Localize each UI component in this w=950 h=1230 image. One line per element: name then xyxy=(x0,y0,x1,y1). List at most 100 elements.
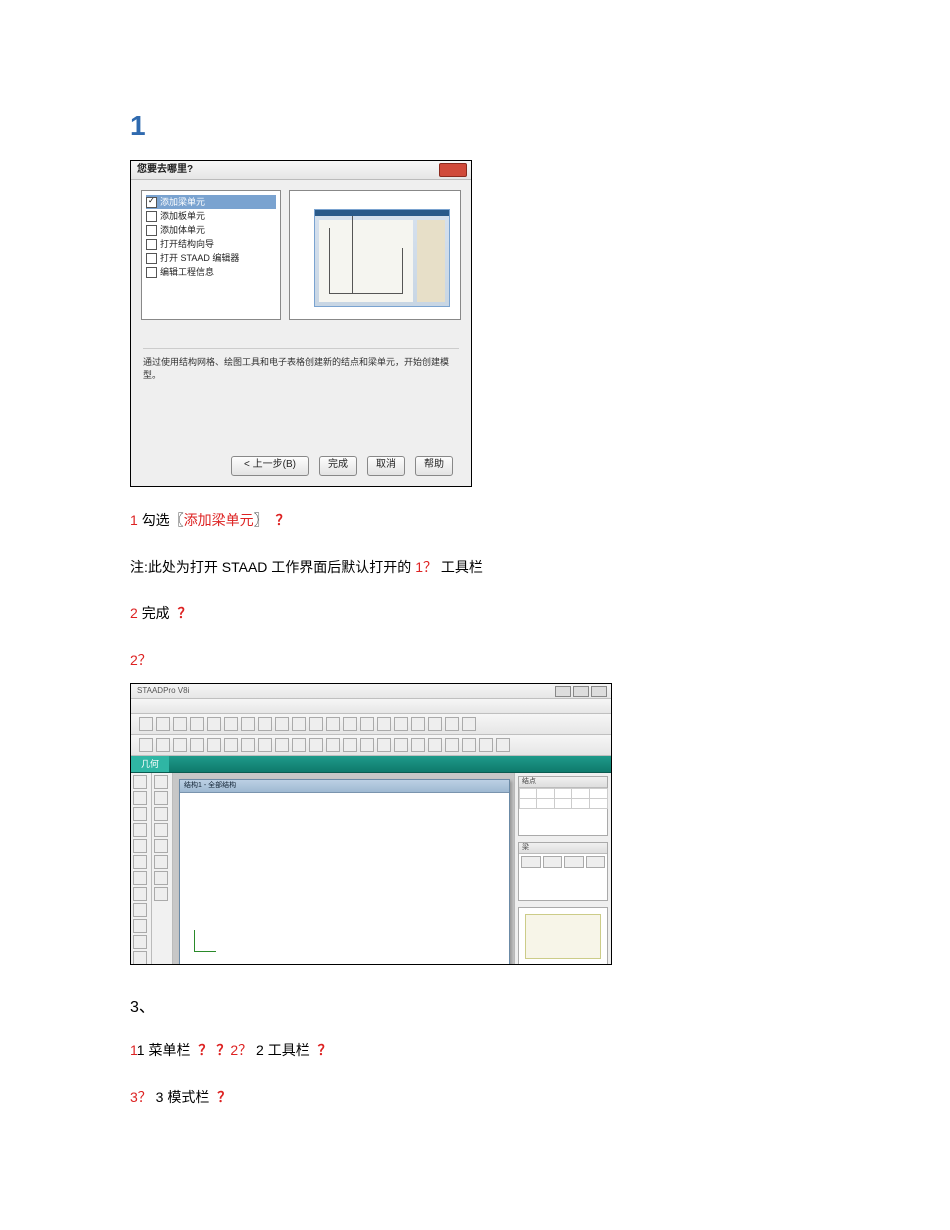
option-add-plate[interactable]: 添加板单元 xyxy=(146,209,276,223)
toolbar-icon[interactable] xyxy=(275,738,289,752)
toolbar-icon[interactable] xyxy=(133,775,147,789)
panel-button[interactable] xyxy=(521,856,541,868)
toolbar-icon[interactable] xyxy=(326,717,340,731)
toolbar-icon[interactable] xyxy=(154,871,168,885)
back-button[interactable]: < 上一步(B) xyxy=(231,456,309,476)
panel-button[interactable] xyxy=(543,856,563,868)
checkbox-icon[interactable] xyxy=(146,253,157,264)
label: 菜单栏 xyxy=(145,1042,195,1058)
toolbar-icon[interactable] xyxy=(275,717,289,731)
panel-button[interactable] xyxy=(564,856,584,868)
section-1-number: 1 xyxy=(130,110,820,142)
option-edit-project-info[interactable]: 编辑工程信息 xyxy=(146,265,276,279)
toolbar-icon[interactable] xyxy=(133,791,147,805)
toolbar-icon[interactable] xyxy=(394,738,408,752)
option-open-wizard[interactable]: 打开结构向导 xyxy=(146,237,276,251)
toolbar-icon[interactable] xyxy=(462,738,476,752)
option-open-editor[interactable]: 打开 STAAD 编辑器 xyxy=(146,251,276,265)
toolbar-row-2[interactable] xyxy=(131,735,611,756)
toolbar-icon[interactable] xyxy=(428,738,442,752)
toolbar-icon[interactable] xyxy=(224,717,238,731)
toolbar-icon[interactable] xyxy=(309,717,323,731)
maximize-icon[interactable] xyxy=(573,686,589,697)
option-add-beam[interactable]: 添加梁单元 xyxy=(146,195,276,209)
toolbar-icon[interactable] xyxy=(133,855,147,869)
toolbar-icon[interactable] xyxy=(309,738,323,752)
checkbox-icon[interactable] xyxy=(146,211,157,222)
document-title: 结构1 - 全部结构 xyxy=(180,780,509,793)
canvas-area: 结构1 - 全部结构 xyxy=(173,773,514,965)
toolbar-icon[interactable] xyxy=(154,823,168,837)
toolbar-icon[interactable] xyxy=(428,717,442,731)
checkbox-icon[interactable] xyxy=(146,225,157,236)
toolbar-icon[interactable] xyxy=(133,823,147,837)
toolbar-icon[interactable] xyxy=(462,717,476,731)
hint-text: 通过使用结构网格、绘图工具和电子表格创建新的结点和梁单元，开始创建模型。 xyxy=(143,348,459,455)
toolbar-icon[interactable] xyxy=(292,738,306,752)
step-1-line: 1 勾选〖添加梁单元〗 ？ xyxy=(130,507,820,534)
toolbar-icon[interactable] xyxy=(343,717,357,731)
toolbar-icon[interactable] xyxy=(154,855,168,869)
toolbar-icon[interactable] xyxy=(190,738,204,752)
toolbar-icon[interactable] xyxy=(241,738,255,752)
menu-bar[interactable] xyxy=(131,699,611,714)
panel-button[interactable] xyxy=(586,856,606,868)
toolbar-icon[interactable] xyxy=(360,738,374,752)
toolbar-icon[interactable] xyxy=(133,887,147,901)
toolbar-icon[interactable] xyxy=(133,871,147,885)
toolbar-icon[interactable] xyxy=(207,717,221,731)
cancel-button[interactable]: 取消 xyxy=(367,456,405,476)
toolbar-icon[interactable] xyxy=(326,738,340,752)
minimize-icon[interactable] xyxy=(555,686,571,697)
toolbar-icon[interactable] xyxy=(139,717,153,731)
toolbar-icon[interactable] xyxy=(133,935,147,949)
step-text: 完成 xyxy=(142,605,170,621)
logo-panel xyxy=(518,907,608,965)
checkbox-icon[interactable] xyxy=(146,197,157,208)
toolbar-icon[interactable] xyxy=(154,839,168,853)
toolbar-icon[interactable] xyxy=(154,807,168,821)
toolbar-row-1[interactable] xyxy=(131,714,611,735)
toolbar-icon[interactable] xyxy=(224,738,238,752)
close-icon[interactable] xyxy=(591,686,607,697)
toolbar-icon[interactable] xyxy=(445,738,459,752)
toolbar-icon[interactable] xyxy=(377,717,391,731)
toolbar-icon[interactable] xyxy=(173,717,187,731)
toolbar-icon[interactable] xyxy=(411,738,425,752)
toolbar-icon[interactable] xyxy=(394,717,408,731)
toolbar-icon[interactable] xyxy=(496,738,510,752)
toolbar-icon[interactable] xyxy=(154,775,168,789)
axes-icon xyxy=(194,928,218,952)
option-label: 打开结构向导 xyxy=(160,237,214,251)
toolbar-icon[interactable] xyxy=(154,887,168,901)
toolbar-icon[interactable] xyxy=(360,717,374,731)
toolbar-icon[interactable] xyxy=(479,738,493,752)
toolbar-icon[interactable] xyxy=(133,807,147,821)
toolbar-icon[interactable] xyxy=(241,717,255,731)
checkbox-icon[interactable] xyxy=(146,267,157,278)
toolbar-icon[interactable] xyxy=(445,717,459,731)
close-icon[interactable] xyxy=(439,163,467,177)
toolbar-icon[interactable] xyxy=(190,717,204,731)
mode-tab-active[interactable]: 几何 xyxy=(131,756,169,772)
toolbar-icon[interactable] xyxy=(207,738,221,752)
checkbox-icon[interactable] xyxy=(146,239,157,250)
toolbar-icon[interactable] xyxy=(133,951,147,965)
toolbar-icon[interactable] xyxy=(154,791,168,805)
toolbar-icon[interactable] xyxy=(133,839,147,853)
toolbar-icon[interactable] xyxy=(156,738,170,752)
toolbar-icon[interactable] xyxy=(139,738,153,752)
toolbar-icon[interactable] xyxy=(343,738,357,752)
toolbar-icon[interactable] xyxy=(258,717,272,731)
option-add-solid[interactable]: 添加体单元 xyxy=(146,223,276,237)
toolbar-icon[interactable] xyxy=(411,717,425,731)
finish-button[interactable]: 完成 xyxy=(319,456,357,476)
toolbar-icon[interactable] xyxy=(156,717,170,731)
toolbar-icon[interactable] xyxy=(292,717,306,731)
toolbar-icon[interactable] xyxy=(133,903,147,917)
toolbar-icon[interactable] xyxy=(258,738,272,752)
toolbar-icon[interactable] xyxy=(173,738,187,752)
toolbar-icon[interactable] xyxy=(377,738,391,752)
help-button[interactable]: 帮助 xyxy=(415,456,453,476)
toolbar-icon[interactable] xyxy=(133,919,147,933)
